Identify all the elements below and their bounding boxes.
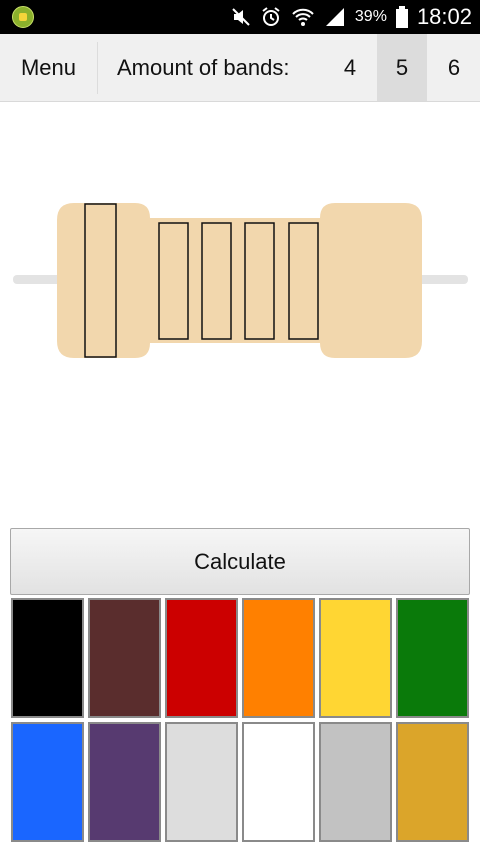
status-time: 18:02 [416,4,472,29]
color-swatch-gold[interactable] [396,722,469,842]
resistor-band-2[interactable] [158,222,189,340]
color-palette [11,598,469,842]
toolbar-divider [97,42,98,94]
wifi-icon [292,8,314,26]
resistor-band-5[interactable] [288,222,319,340]
color-swatch-black[interactable] [11,598,84,718]
resistor-diagram [13,203,468,358]
color-swatch-yellow[interactable] [319,598,392,718]
color-swatch-grey[interactable] [165,722,238,842]
color-swatch-blue[interactable] [11,722,84,842]
color-swatch-brown[interactable] [88,598,161,718]
color-swatch-green[interactable] [396,598,469,718]
signal-icon [325,8,344,26]
color-swatch-silver[interactable] [319,722,392,842]
band-option-6[interactable]: 6 [429,34,479,101]
bands-label: Amount of bands: [117,55,290,80]
resistor-band-1[interactable] [84,203,117,358]
resistor-band-3[interactable] [201,222,232,340]
calculate-button[interactable]: Calculate [10,528,470,595]
alarm-icon [262,7,280,26]
battery-percentage: 39% [354,8,387,25]
band-option-4[interactable]: 4 [325,34,375,101]
menu-button[interactable]: Menu [0,34,97,102]
resistor-band-4[interactable] [244,222,275,340]
color-swatch-orange[interactable] [242,598,315,718]
resistor-lead-right [418,275,468,284]
color-swatch-red[interactable] [165,598,238,718]
status-icons: 39% 18:02 [231,0,472,34]
color-swatch-white[interactable] [242,722,315,842]
color-swatch-violet[interactable] [88,722,161,842]
mute-icon [232,8,250,26]
status-bar: 39% 18:02 [0,0,480,34]
toolbar: Menu Amount of bands: 4 5 6 [0,34,480,102]
band-option-5[interactable]: 5 [377,34,427,101]
resistor-lead-left [13,275,63,284]
app-notification-icon [12,6,34,28]
battery-icon [395,6,408,28]
